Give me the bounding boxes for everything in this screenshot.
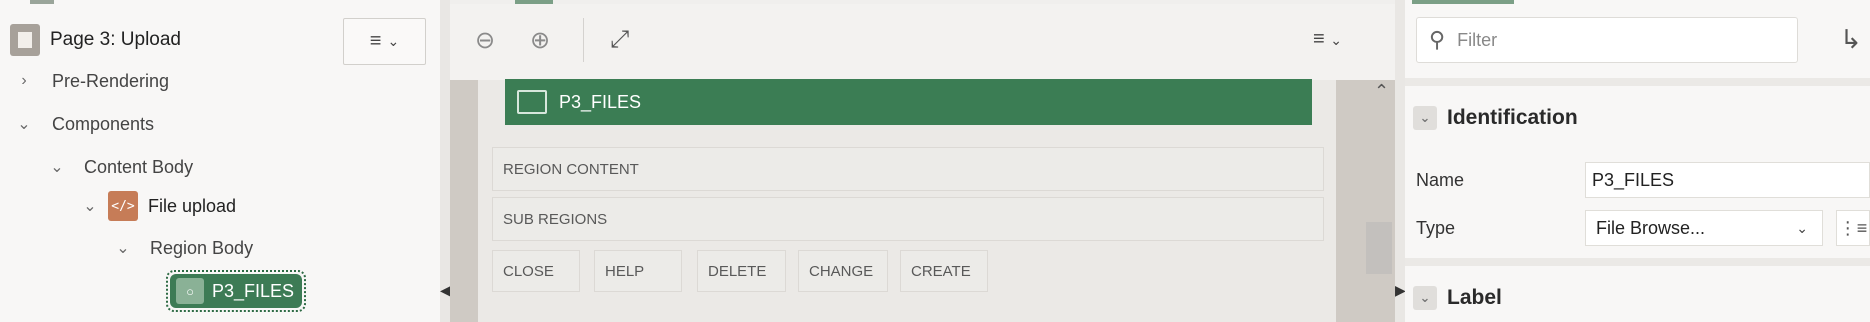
section-divider: [1405, 258, 1870, 266]
chevron-down-icon: ⌄: [1796, 219, 1808, 236]
tree-node-label: Pre-Rendering: [52, 70, 170, 91]
tree-node-label: P3_FILES: [212, 280, 295, 301]
section-label[interactable]: ⌄ Label: [1413, 278, 1502, 318]
region-item-p3-files[interactable]: P3_FILES: [505, 79, 1312, 125]
chevron-right-icon: ›: [21, 72, 27, 89]
name-value: P3_FILES: [1592, 169, 1675, 190]
position-close[interactable]: CLOSE: [492, 250, 580, 292]
drop-zone-region-content[interactable]: REGION CONTENT: [492, 147, 1324, 191]
chevron-down-icon: ⌄: [17, 116, 31, 133]
layout-toolbar: [450, 4, 1395, 81]
tree-node-content-body[interactable]: ⌄ Content Body: [47, 147, 193, 187]
position-help[interactable]: HELP: [594, 250, 682, 292]
chevron-down-icon: ⌄: [83, 198, 97, 215]
tree-node-label: File upload: [148, 195, 237, 216]
chevron-down-icon: ⌄: [1413, 106, 1437, 130]
tab-indicator: [30, 0, 54, 4]
type-label: Type: [1416, 218, 1456, 238]
right-splitter[interactable]: [1395, 0, 1405, 322]
search-icon: ⚲: [1429, 27, 1446, 52]
type-select[interactable]: File Browse... ⌄: [1585, 210, 1823, 246]
position-change[interactable]: CHANGE: [798, 250, 888, 292]
scrollbar-thumb[interactable]: [1366, 222, 1392, 274]
position-label: HELP: [605, 262, 645, 280]
drop-zone-label: REGION CONTENT: [503, 160, 639, 178]
zoom-in-icon[interactable]: ⊕: [530, 26, 550, 55]
tree-node-file-upload[interactable]: ⌄ </> File upload: [80, 186, 236, 226]
expand-icon[interactable]: ⤢: [610, 26, 629, 54]
tree-page-node[interactable]: Page 3: Upload: [10, 20, 181, 60]
chevron-down-icon: ⌄: [1413, 286, 1437, 310]
section-identification[interactable]: ⌄ Identification: [1413, 98, 1578, 138]
section-title: Identification: [1447, 106, 1578, 129]
hamburger-menu-icon: ≡: [369, 30, 382, 52]
chevron-down-icon: ⌄: [116, 240, 130, 257]
drop-zone-sub-regions[interactable]: SUB REGIONS: [492, 197, 1324, 241]
toolbar-divider: [583, 18, 584, 62]
tree-node-pre-rendering[interactable]: › Pre-Rendering: [14, 61, 169, 101]
chevron-down-icon: ⌄: [50, 159, 64, 176]
chevron-down-icon: ⌄: [387, 33, 400, 49]
type-value: File Browse...: [1596, 217, 1706, 238]
tree-node-label: Components: [52, 113, 155, 134]
position-create[interactable]: CREATE: [900, 250, 988, 292]
region-item-label: P3_FILES: [559, 91, 642, 112]
list-icon: ⋮≡: [1838, 217, 1868, 238]
drop-zone-label: SUB REGIONS: [503, 210, 608, 228]
left-splitter[interactable]: [440, 0, 450, 322]
name-label: Name: [1416, 170, 1465, 190]
tree-node-label: Region Body: [150, 237, 254, 258]
hamburger-menu-icon: ≡: [1313, 28, 1325, 50]
page-title: Page 3: Upload: [50, 29, 181, 50]
name-field[interactable]: P3_FILES: [1585, 162, 1870, 198]
go-to-group-icon[interactable]: ↳: [1840, 24, 1862, 55]
position-label: DELETE: [708, 262, 767, 280]
tree-node-region-body[interactable]: ⌄ Region Body: [113, 228, 253, 268]
tree-menu-button[interactable]: ≡ ⌄: [343, 18, 426, 65]
section-title: Label: [1447, 286, 1502, 309]
position-label: CREATE: [911, 262, 971, 280]
scroll-up-icon[interactable]: ⌃: [1374, 81, 1389, 102]
filter-input[interactable]: [1455, 28, 1760, 52]
tab-indicator: [515, 0, 553, 4]
layout-menu-button[interactable]: ≡ ⌄: [1313, 28, 1342, 51]
filter-field[interactable]: ⚲: [1416, 17, 1798, 63]
tree-node-components[interactable]: ⌄ Components: [14, 104, 154, 144]
tab-indicator: [1412, 0, 1514, 4]
position-label: CHANGE: [809, 262, 874, 280]
position-label: CLOSE: [503, 262, 554, 280]
position-delete[interactable]: DELETE: [697, 250, 786, 292]
section-divider: [1405, 78, 1870, 86]
tree-node-p3-files-selected[interactable]: ○ P3_FILES: [166, 270, 306, 312]
list-picker-button[interactable]: ⋮≡: [1836, 210, 1870, 246]
code-icon: </>: [108, 191, 138, 221]
zoom-out-icon[interactable]: ⊖: [475, 26, 495, 55]
page-icon: [10, 24, 40, 56]
chevron-down-icon: ⌄: [1330, 32, 1342, 48]
item-folder-icon: ○: [176, 278, 204, 304]
folder-icon: [517, 90, 547, 114]
tree-node-label: Content Body: [84, 156, 194, 177]
